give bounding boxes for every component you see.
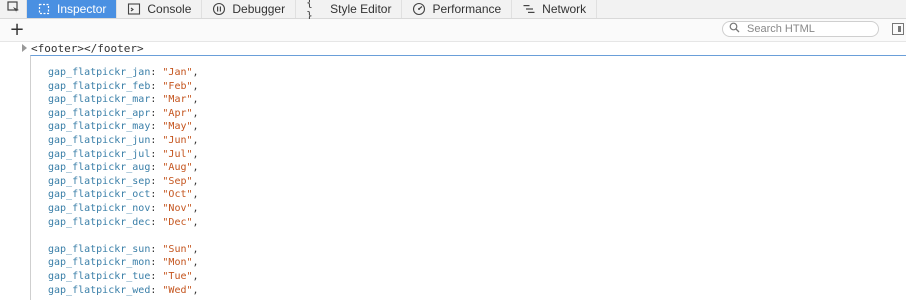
devtools-tab-bar: Inspector Console Debugger { } Style Edi… bbox=[0, 0, 906, 22]
tab-inspector[interactable]: Inspector bbox=[27, 0, 118, 18]
code-line: gap_flatpickr_aug: "Aug", bbox=[48, 162, 199, 174]
tab-performance[interactable]: Performance bbox=[402, 0, 513, 18]
tab-label: Console bbox=[147, 2, 192, 16]
code-line: gap_flatpickr_tue: "Tue", bbox=[48, 270, 199, 282]
code-line: gap_flatpickr_jun: "Jun", bbox=[48, 134, 199, 146]
console-icon bbox=[127, 2, 141, 16]
code-line: gap_flatpickr_mon: "Mon", bbox=[48, 257, 199, 269]
code-value: "May" bbox=[162, 121, 193, 133]
code-key: gap_flatpickr_oct bbox=[48, 189, 151, 201]
code-key: gap_flatpickr_apr bbox=[48, 107, 151, 119]
code-line: gap_flatpickr_nov: "Nov", bbox=[48, 202, 199, 214]
code-lines: gap_flatpickr_jan: "Jan", gap_flatpickr_f… bbox=[48, 66, 199, 297]
markup-node-row[interactable]: <footer></footer> bbox=[0, 41, 906, 55]
code-panel: gap_flatpickr_jan: "Jan", gap_flatpickr_f… bbox=[30, 55, 906, 300]
code-key: gap_flatpickr_feb bbox=[48, 80, 151, 92]
code-key: gap_flatpickr_may bbox=[48, 121, 151, 133]
code-key: gap_flatpickr_dec bbox=[48, 216, 151, 228]
code-line: gap_flatpickr_wed: "Wed", bbox=[48, 284, 199, 296]
code-key: gap_flatpickr_mon bbox=[48, 257, 151, 269]
style-editor-icon: { } bbox=[306, 0, 313, 22]
code-value: "Mon" bbox=[162, 257, 193, 269]
code-key: gap_flatpickr_aug bbox=[48, 162, 151, 174]
code-line: gap_flatpickr_sep: "Sep", bbox=[48, 175, 199, 187]
tab-label: Debugger bbox=[232, 2, 286, 16]
sidebar-toggle-icon[interactable] bbox=[892, 23, 904, 35]
code-value: "Mar" bbox=[162, 94, 193, 106]
search-html-input[interactable] bbox=[745, 22, 869, 36]
code-key: gap_flatpickr_nov bbox=[48, 202, 151, 214]
code-value: "Aug" bbox=[162, 162, 193, 174]
code-value: "Jan" bbox=[162, 67, 193, 78]
expand-twisty-icon[interactable] bbox=[22, 44, 27, 52]
element-picker-button[interactable] bbox=[0, 0, 27, 18]
code-value: "Oct" bbox=[162, 189, 193, 201]
code-value: "Apr" bbox=[162, 107, 193, 119]
code-key: gap_flatpickr_jun bbox=[48, 134, 151, 146]
tab-console[interactable]: Console bbox=[117, 0, 203, 18]
code-value: "Sun" bbox=[162, 243, 193, 255]
element-picker-icon bbox=[6, 1, 20, 17]
code-value: "Nov" bbox=[162, 202, 193, 214]
code-line: gap_flatpickr_may: "May", bbox=[48, 121, 199, 133]
code-key: gap_flatpickr_jan bbox=[48, 67, 151, 78]
code-line: gap_flatpickr_sun: "Sun", bbox=[48, 243, 199, 255]
search-html-box[interactable] bbox=[722, 21, 879, 37]
code-line: gap_flatpickr_feb: "Feb", bbox=[48, 80, 199, 92]
performance-icon bbox=[412, 2, 426, 16]
tab-label: Network bbox=[542, 2, 587, 16]
code-value: "Wed" bbox=[162, 284, 193, 296]
code-value: "Sep" bbox=[162, 175, 193, 187]
code-key: gap_flatpickr_jul bbox=[48, 148, 151, 160]
code-line: gap_flatpickr_apr: "Apr", bbox=[48, 107, 199, 119]
code-line: gap_flatpickr_dec: "Dec", bbox=[48, 216, 199, 228]
network-icon bbox=[522, 2, 536, 16]
tab-label: Inspector bbox=[57, 2, 107, 16]
code-value: "Dec" bbox=[162, 216, 193, 228]
code-value: "Jul" bbox=[162, 148, 193, 160]
code-key: gap_flatpickr_mar bbox=[48, 94, 151, 106]
tab-label: Performance bbox=[432, 2, 502, 16]
code-value: "Tue" bbox=[162, 270, 193, 282]
footer-node: <footer></footer> bbox=[31, 41, 144, 55]
add-node-button[interactable]: + bbox=[8, 21, 26, 39]
debugger-icon bbox=[212, 2, 226, 16]
inspector-toolbar: + bbox=[0, 19, 906, 42]
code-key: gap_flatpickr_wed bbox=[48, 284, 151, 296]
add-icon: + bbox=[9, 19, 25, 40]
code-key: gap_flatpickr_tue bbox=[48, 270, 151, 282]
code-line: gap_flatpickr_mar: "Mar", bbox=[48, 94, 199, 106]
tab-label: Style Editor bbox=[330, 2, 392, 16]
inspector-icon bbox=[37, 2, 51, 16]
search-icon bbox=[729, 22, 740, 36]
code-line: gap_flatpickr_jul: "Jul", bbox=[48, 148, 199, 160]
code-line: gap_flatpickr_oct: "Oct", bbox=[48, 189, 199, 201]
code-value: "Jun" bbox=[162, 134, 193, 146]
code-line: gap_flatpickr_jan: "Jan", bbox=[48, 67, 199, 78]
code-key: gap_flatpickr_sun bbox=[48, 243, 151, 255]
code-key: gap_flatpickr_sep bbox=[48, 175, 151, 187]
tab-style-editor[interactable]: { } Style Editor bbox=[296, 0, 403, 22]
tab-debugger[interactable]: Debugger bbox=[202, 0, 297, 18]
tab-network[interactable]: Network bbox=[512, 0, 598, 18]
code-value: "Feb" bbox=[162, 80, 193, 92]
